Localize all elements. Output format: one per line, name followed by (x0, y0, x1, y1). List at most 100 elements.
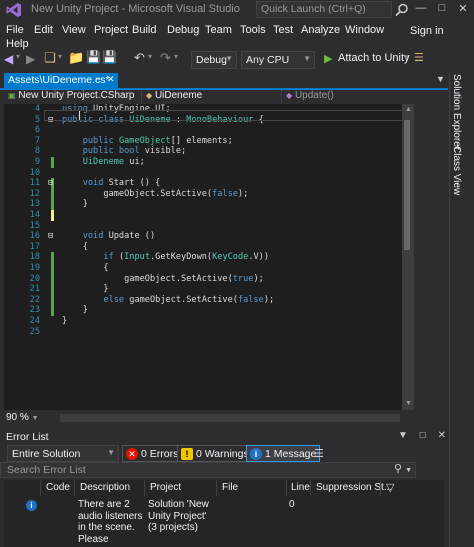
warnings-count: 0 Warnings (196, 447, 249, 460)
zoom-level-dropdown[interactable]: 90 % ▼ (6, 412, 39, 423)
play-icon[interactable]: ▶ (324, 52, 332, 65)
error-list-title: Error List (6, 431, 49, 443)
collapse-toggle-icon[interactable]: ⊟ (48, 231, 53, 242)
scope-dropdown[interactable]: Entire Solution ▼ (7, 445, 119, 462)
project-navigation-dropdown[interactable]: ▣ New Unity Project.CSharp (4, 90, 142, 104)
menu-debug[interactable]: Debug (167, 24, 199, 36)
back-icon[interactable]: ◀ (4, 52, 13, 66)
tab-overflow-icon[interactable]: ▼ (436, 74, 445, 84)
code-text: { (62, 241, 88, 252)
menu-help[interactable]: Help (6, 38, 29, 50)
line-number: 13 (29, 199, 40, 210)
new-dropdown-icon[interactable]: ▾ (58, 52, 62, 61)
undo-icon[interactable]: ↶ (134, 50, 145, 66)
line-number: 19 (29, 263, 40, 273)
minimize-icon[interactable]: — (412, 2, 430, 18)
platform-dropdown[interactable]: Any CPU ▼ (241, 51, 315, 69)
change-marker (51, 284, 54, 295)
menu-file[interactable]: File (6, 24, 24, 36)
warnings-filter-button[interactable]: ! 0 Warnings (177, 445, 253, 462)
code-line: 11 ⊟ void Start () { (4, 178, 414, 189)
menu-team[interactable]: Team (205, 24, 232, 36)
scrollbar-thumb[interactable] (404, 120, 410, 250)
platform-value: Any CPU (246, 54, 290, 66)
dropdown-icon[interactable]: ▼ (398, 430, 408, 441)
column-header-file[interactable]: File (222, 482, 238, 493)
column-header-description[interactable]: Description (80, 482, 130, 493)
code-text: public GameObject[] elements; (82, 135, 233, 146)
close-icon[interactable]: ✕ (454, 2, 472, 18)
errors-filter-button[interactable]: ✕ 0 Errors (122, 445, 183, 462)
save-icon[interactable]: 💾 (86, 50, 101, 64)
editor-horizontal-scrollbar[interactable] (60, 414, 400, 422)
search-icon[interactable]: ⚲ ▼ (394, 462, 412, 475)
zoom-value: 90 % (6, 412, 29, 423)
errors-count: 0 Errors (141, 447, 179, 460)
code-editor[interactable]: 4 using UnityEngine.UI; 5 ⊟ public class Ui… (4, 104, 414, 410)
tab-class-view[interactable]: Class View (451, 146, 462, 195)
scope-value: Entire Solution (12, 448, 81, 460)
change-marker (51, 252, 54, 263)
unsaved-change-marker (51, 210, 54, 221)
scroll-down-icon[interactable]: ▼ (405, 400, 412, 407)
class-name: UiDeneme (154, 90, 203, 101)
close-icon[interactable]: ✕ (438, 430, 446, 441)
code-line: 10 (4, 168, 414, 179)
filter-options-icon[interactable]: ☰ (314, 447, 324, 460)
pin-icon[interactable]: □ (420, 430, 426, 441)
column-header-code[interactable]: Code (46, 482, 70, 493)
code-text: UiDeneme ui; (82, 157, 145, 167)
close-tab-icon[interactable]: ✕ (107, 74, 115, 85)
new-project-icon[interactable]: ❏ (44, 50, 56, 66)
menu-analyze[interactable]: Analyze (301, 24, 340, 36)
column-header-project[interactable]: Project (150, 482, 181, 493)
change-marker (51, 305, 54, 316)
code-line: 18 if (Input.GetKeyDown(KeyCode.V)) (4, 252, 414, 263)
menu-test[interactable]: Test (273, 24, 293, 36)
pin-icon[interactable]: − (96, 74, 101, 84)
tab-solution-explorer[interactable]: Solution Explorer (451, 74, 462, 150)
quick-launch-input[interactable]: Quick Launch (Ctrl+Q) (256, 1, 392, 18)
line-number: 20 (29, 273, 40, 284)
attach-to-unity-button[interactable]: Attach to Unity (338, 52, 410, 64)
member-navigation-dropdown[interactable]: ◆ Update() (282, 90, 414, 104)
menu-window[interactable]: Window (345, 24, 384, 36)
code-text: void Update () (82, 231, 156, 242)
run-dropdown-icon[interactable]: ▼ (402, 53, 410, 62)
search-error-list-input[interactable]: Search Error List (0, 462, 416, 478)
line-number: 16 (29, 231, 40, 242)
scroll-up-icon[interactable]: ▲ (405, 106, 412, 113)
column-divider (216, 480, 217, 496)
menu-project[interactable]: Project (94, 24, 128, 36)
collapse-toggle-icon[interactable]: ⊟ (48, 178, 53, 189)
code-line: 15 (4, 221, 414, 232)
toolbar-extra-icon[interactable]: ☰ (414, 51, 424, 64)
menu-view[interactable]: View (62, 24, 86, 36)
code-line: 8 public bool visible; (4, 146, 414, 157)
tab-uideneme[interactable]: Assets\UiDeneme.cs* − ✕ (4, 73, 118, 89)
column-divider (74, 480, 75, 496)
table-row[interactable] (4, 497, 444, 547)
menu-edit[interactable]: Edit (34, 24, 53, 36)
menu-tools[interactable]: Tools (240, 24, 266, 36)
line-number: 23 (29, 305, 40, 316)
forward-icon[interactable]: ▶ (26, 52, 35, 66)
redo-icon[interactable]: ↷ (160, 50, 171, 66)
line-number: 18 (29, 252, 40, 263)
search-icon[interactable] (394, 2, 410, 18)
open-folder-icon[interactable]: 📁 (68, 50, 84, 66)
class-navigation-dropdown[interactable]: ◆ UiDeneme (142, 90, 282, 104)
back-dropdown-icon[interactable]: ▾ (16, 52, 20, 61)
configuration-dropdown[interactable]: Debug ▼ (191, 51, 237, 69)
redo-dropdown-icon[interactable]: ▾ (174, 52, 178, 61)
chevron-down-icon: ▼ (107, 448, 115, 457)
filter-icon[interactable]: ▽ (386, 481, 394, 494)
undo-dropdown-icon[interactable]: ▾ (148, 52, 152, 61)
save-all-icon[interactable]: 💾 (102, 50, 117, 64)
maximize-icon[interactable]: □ (433, 2, 451, 18)
menu-build[interactable]: Build (132, 24, 156, 36)
sign-in-link[interactable]: Sign in (410, 25, 444, 37)
chevron-down-icon: ▼ (303, 54, 311, 63)
column-header-line[interactable]: Line (291, 482, 310, 493)
messages-filter-button[interactable]: i 1 Message (246, 445, 321, 462)
